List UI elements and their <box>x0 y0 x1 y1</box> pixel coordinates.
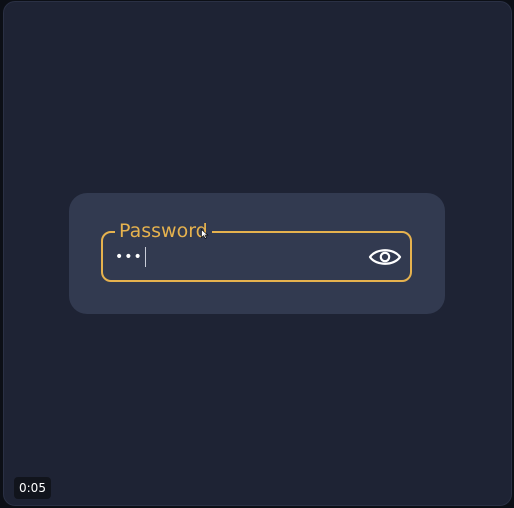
app-frame: Password ••• <box>3 1 512 506</box>
mouse-cursor-icon <box>201 229 209 239</box>
eye-icon <box>368 249 402 265</box>
password-field[interactable]: Password ••• <box>101 220 412 282</box>
toggle-visibility-button[interactable] <box>368 241 402 273</box>
password-masked-value: ••• <box>115 249 143 265</box>
password-input[interactable]: ••• <box>115 246 146 268</box>
text-caret <box>144 247 146 267</box>
video-timestamp: 0:05 <box>14 477 51 499</box>
password-card: Password ••• <box>69 193 445 314</box>
password-label: Password <box>115 220 212 242</box>
